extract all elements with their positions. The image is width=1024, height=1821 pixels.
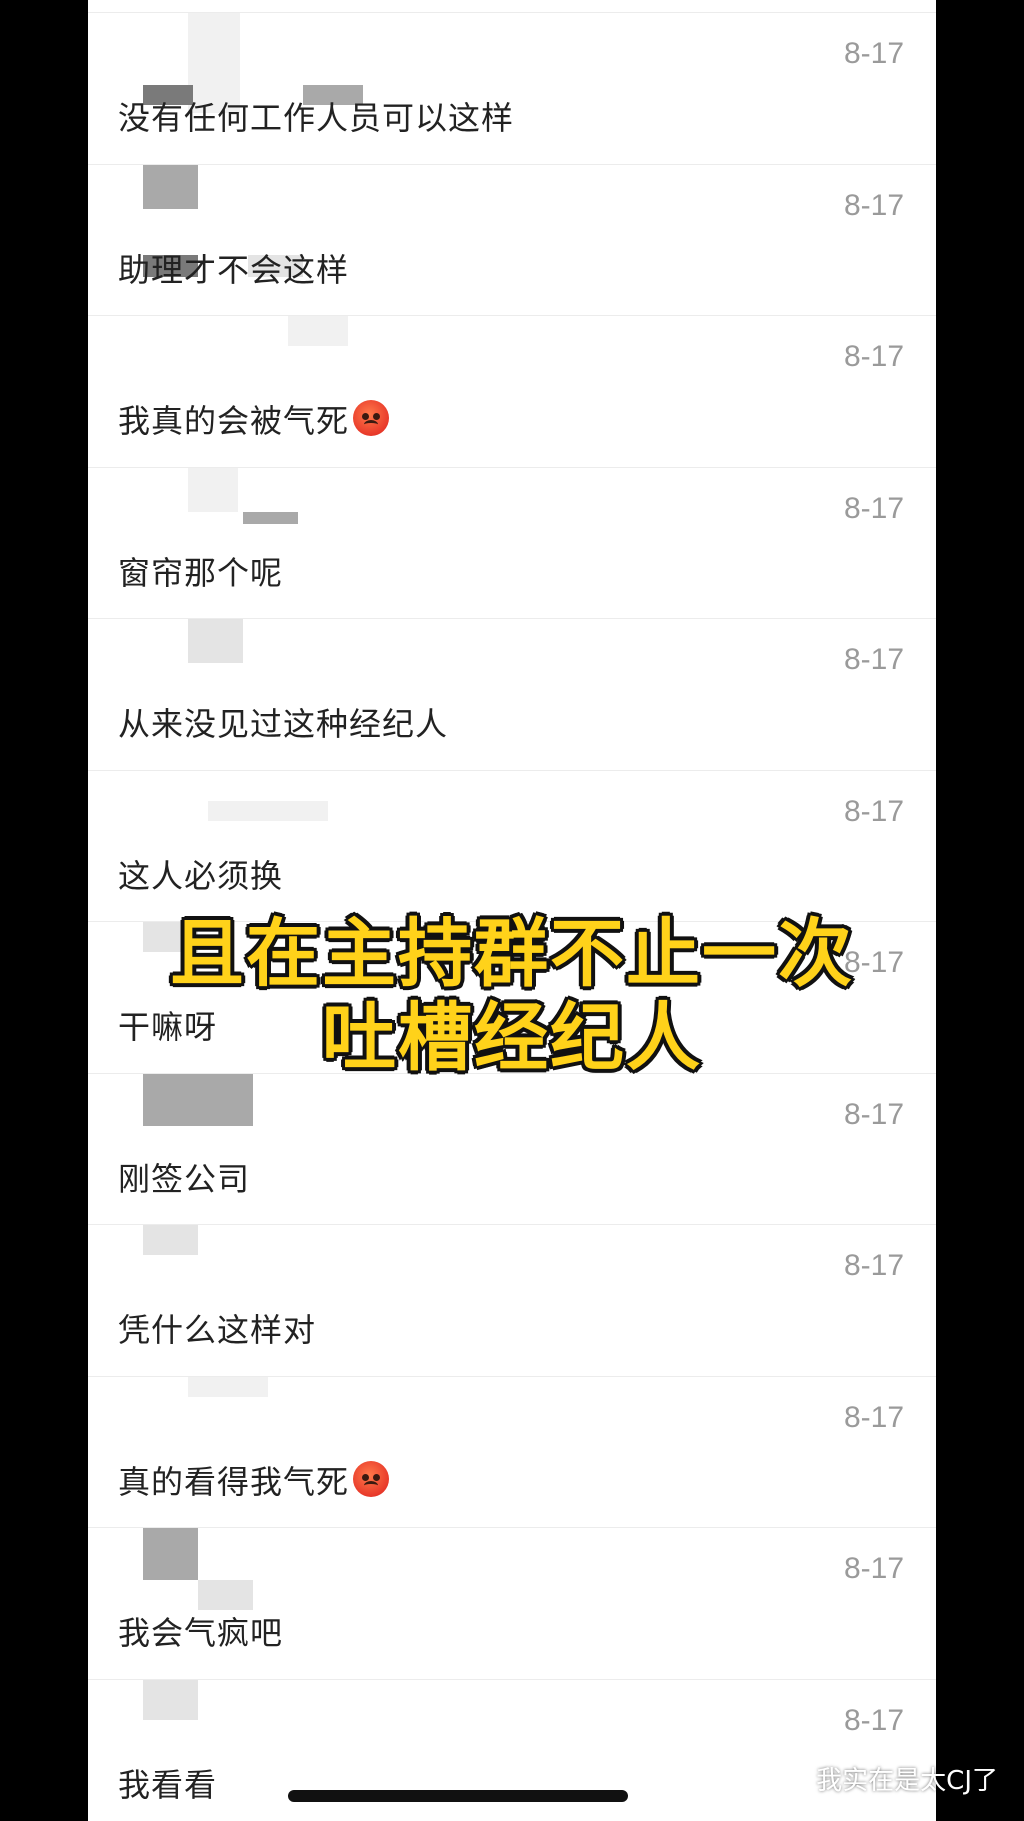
- message-text-content: 刚签公司: [118, 1159, 251, 1198]
- privacy-mosaic: [288, 316, 348, 346]
- message-row[interactable]: 真的看得我气死 8-17: [88, 1375, 936, 1528]
- privacy-mosaic: [143, 1679, 198, 1720]
- privacy-mosaic: [243, 511, 298, 524]
- message-text: 我会气疯吧: [118, 1608, 283, 1654]
- angry-face-icon: [353, 400, 390, 436]
- message-date: 8-17: [843, 37, 904, 70]
- message-text-content: 这人必须换: [118, 856, 284, 895]
- message-date: 8-17: [843, 1097, 904, 1131]
- message-text: 真的看得我气死: [118, 1457, 390, 1503]
- privacy-mosaic: [188, 467, 238, 512]
- message-text-content: 真的看得我气死: [118, 1462, 350, 1501]
- message-row[interactable]: 窗帘那个呢 8-17: [88, 466, 936, 619]
- privacy-mosaic: [143, 1073, 253, 1126]
- message-text: 凭什么这样对: [118, 1305, 316, 1351]
- message-text-content: 我真的会被气死: [118, 402, 350, 440]
- message-row[interactable]: 这人必须换 8-17: [88, 769, 936, 922]
- privacy-mosaic: [208, 800, 328, 821]
- message-date: 8-17: [843, 794, 904, 828]
- message-text-content: 从来没见过这种经纪人: [118, 705, 449, 743]
- message-row[interactable]: 刚签公司 8-17: [88, 1072, 936, 1225]
- home-indicator[interactable]: [288, 1790, 628, 1802]
- message-row[interactable]: 凭什么这样对 8-17: [88, 1224, 936, 1376]
- message-row[interactable]: 我真的会被气死 8-17: [88, 315, 936, 467]
- message-text: 窗帘那个呢: [118, 548, 283, 594]
- message-text-content: 我看看: [118, 1765, 218, 1804]
- message-row[interactable]: 助理才不会这样 8-17: [88, 163, 936, 316]
- message-date: 8-17: [843, 491, 904, 525]
- caption-line-2: 吐槽经纪人: [320, 994, 702, 1082]
- message-row[interactable]: 我会气疯吧 8-17: [88, 1527, 936, 1679]
- watermark-text: 我实在是太CJ了: [816, 1765, 998, 1796]
- privacy-mosaic: [143, 164, 198, 209]
- message-text: 从来没见过这种经纪人: [118, 699, 448, 745]
- video-caption: 且在主持群不止一次 吐槽经纪人: [0, 910, 1024, 1082]
- sender-name-redacted: [118, 1397, 308, 1427]
- privacy-mosaic: [198, 1580, 253, 1610]
- message-text-content: 凭什么这样对: [118, 1311, 317, 1349]
- message-row[interactable]: 从来没见过这种经纪人 8-17: [88, 618, 936, 770]
- caption-line-1: 且在主持群不止一次: [168, 910, 854, 998]
- message-date: 8-17: [843, 1703, 904, 1737]
- message-date: 8-17: [843, 643, 904, 676]
- message-text-content: 我会气疯吧: [118, 1614, 284, 1652]
- privacy-mosaic: [143, 1225, 198, 1255]
- message-row[interactable]: 没有任何工作人员可以这样 8-17: [88, 12, 936, 164]
- message-text: 刚签公司: [118, 1154, 250, 1200]
- message-text-content: 没有任何工作人员可以这样: [118, 99, 515, 137]
- wechat-icon: [774, 1764, 809, 1792]
- message-text: 助理才不会这样: [118, 245, 349, 291]
- message-date: 8-17: [843, 340, 904, 373]
- message-text-content: 窗帘那个呢: [118, 553, 284, 592]
- angry-face-icon: [353, 1460, 390, 1497]
- message-text: 这人必须换: [118, 851, 283, 897]
- message-date: 8-17: [843, 1249, 904, 1282]
- message-text: 我真的会被气死: [118, 396, 390, 442]
- privacy-mosaic: [188, 619, 243, 663]
- message-date: 8-17: [843, 1400, 904, 1434]
- privacy-mosaic: [188, 1376, 268, 1397]
- message-date: 8-17: [843, 188, 904, 222]
- watermark: 我实在是太CJ了: [774, 1758, 998, 1798]
- message-text-content: 助理才不会这样: [118, 250, 350, 289]
- message-text: 我看看: [118, 1760, 217, 1806]
- sender-name-redacted: [118, 336, 308, 366]
- message-date: 8-17: [843, 1552, 904, 1585]
- privacy-mosaic: [143, 1528, 198, 1580]
- message-text: 没有任何工作人员可以这样: [118, 93, 514, 139]
